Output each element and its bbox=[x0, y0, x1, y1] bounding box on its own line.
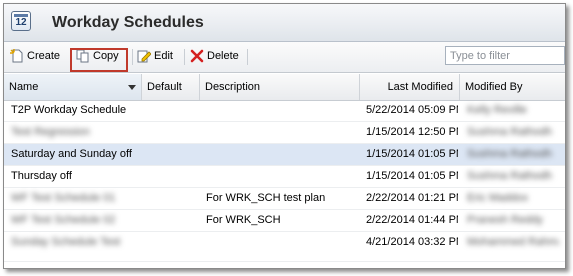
table-row[interactable]: Sunday Schedule Test 4/21/2014 03:32 PM … bbox=[4, 232, 565, 262]
column-header-name-label: Name bbox=[9, 81, 39, 93]
row-name: WF Test Schedule 01 bbox=[11, 192, 116, 204]
table-row[interactable]: T2P Workday Schedule 5/22/2014 05:09 PM … bbox=[4, 100, 565, 122]
row-description: For WRK_SCH test plan bbox=[206, 192, 326, 204]
row-last-modified: 2/22/2014 01:21 PM bbox=[366, 192, 458, 204]
row-last-modified: 5/22/2014 05:09 PM bbox=[366, 104, 458, 116]
page-title: Workday Schedules bbox=[52, 14, 204, 31]
filter-input[interactable] bbox=[445, 46, 565, 65]
row-modified-by: Sushma Rathodh bbox=[467, 148, 552, 160]
column-header-default[interactable]: Default bbox=[142, 74, 200, 100]
column-header-description[interactable]: Description bbox=[200, 74, 360, 100]
row-modified-by: Sushma Rathodh bbox=[467, 170, 552, 182]
row-description bbox=[206, 166, 356, 187]
column-header-name[interactable]: Name bbox=[4, 74, 142, 100]
row-name: Sunday Schedule Test bbox=[11, 236, 121, 248]
row-name: Thursday off bbox=[11, 170, 72, 182]
row-name: Saturday and Sunday off bbox=[11, 148, 132, 160]
calendar-icon: 12 bbox=[11, 11, 31, 31]
row-modified-by: Kelly Reville bbox=[467, 104, 527, 116]
row-last-modified: 2/22/2014 01:44 PM bbox=[366, 214, 458, 226]
column-header-last-modified[interactable]: Last Modified bbox=[360, 74, 460, 100]
create-icon bbox=[10, 49, 23, 63]
column-header-modified-by[interactable]: Modified By bbox=[460, 74, 565, 100]
edit-label: Edit bbox=[154, 50, 173, 62]
edit-icon bbox=[137, 50, 151, 63]
workday-schedules-window: 12 Workday Schedules Create Copy Edit De… bbox=[3, 3, 566, 269]
table-row[interactable]: Thursday off 1/15/2014 01:05 PM Sushma R… bbox=[4, 166, 565, 188]
row-name: WF Test Schedule 02 bbox=[11, 214, 116, 226]
column-header-default-label: Default bbox=[147, 81, 182, 93]
column-header-last-modified-label: Last Modified bbox=[387, 81, 453, 93]
row-description bbox=[206, 122, 356, 143]
delete-label: Delete bbox=[207, 50, 239, 62]
row-description bbox=[206, 144, 356, 165]
row-last-modified: 1/15/2014 01:05 PM bbox=[366, 170, 458, 182]
copy-highlight-box bbox=[70, 48, 128, 72]
table-row[interactable]: Test Regression 1/15/2014 12:50 PM Sushm… bbox=[4, 122, 565, 144]
row-name: Test Regression bbox=[11, 126, 90, 138]
toolbar-divider bbox=[247, 49, 248, 65]
table-row[interactable]: WF Test Schedule 02 For WRK_SCH 2/22/201… bbox=[4, 210, 565, 232]
column-header-modified-by-label: Modified By bbox=[465, 81, 523, 93]
row-description: For WRK_SCH bbox=[206, 214, 281, 226]
row-modified-by: Eric Maddox bbox=[467, 192, 529, 204]
toolbar-divider bbox=[132, 49, 133, 65]
row-modified-by: Pranesh Reddy bbox=[467, 214, 543, 226]
sort-desc-icon bbox=[128, 85, 136, 90]
row-modified-by: Sushma Rathodh bbox=[467, 126, 552, 138]
row-name: T2P Workday Schedule bbox=[11, 104, 127, 116]
create-label: Create bbox=[27, 50, 61, 62]
row-modified-by: Mohammed Rahman bbox=[467, 236, 559, 248]
table-row-selected[interactable]: Saturday and Sunday off 1/15/2014 01:05 … bbox=[4, 144, 565, 166]
delete-icon bbox=[190, 49, 204, 63]
table-row[interactable]: WF Test Schedule 01 For WRK_SCH test pla… bbox=[4, 188, 565, 210]
row-last-modified: 4/21/2014 03:32 PM bbox=[366, 236, 458, 248]
row-description bbox=[206, 100, 356, 121]
row-last-modified: 1/15/2014 12:50 PM bbox=[366, 126, 458, 138]
row-description bbox=[206, 232, 356, 253]
column-header-description-label: Description bbox=[205, 81, 261, 93]
toolbar-divider bbox=[184, 49, 185, 65]
table-header: Name Default Description Last Modified M… bbox=[4, 74, 565, 101]
title-bar: 12 Workday Schedules bbox=[4, 4, 565, 42]
row-last-modified: 1/15/2014 01:05 PM bbox=[366, 148, 458, 160]
